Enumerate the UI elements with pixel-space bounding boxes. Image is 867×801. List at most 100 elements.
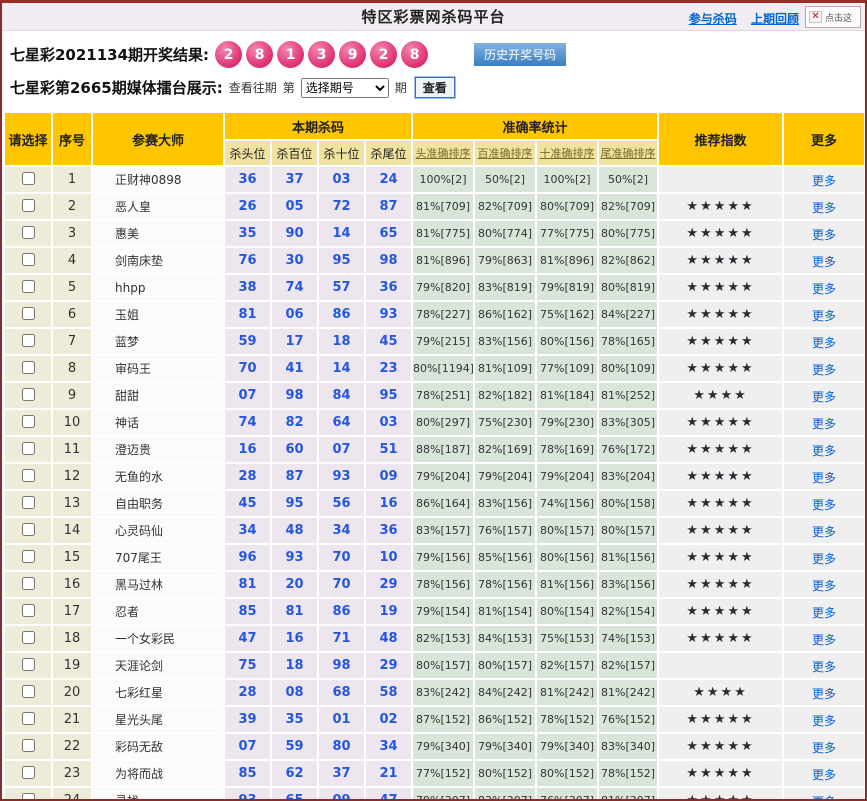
table-row: 10 神话 74 82 64 03 80%[297] 75%[230] 79%[… (5, 410, 865, 435)
table-row: 12 无鱼的水 28 87 93 09 79%[204] 79%[204] 79… (5, 464, 865, 489)
kill-tail-value: 51 (366, 437, 412, 462)
more-link[interactable]: 更多 (812, 363, 836, 377)
row-checkbox[interactable] (21, 712, 35, 725)
more-link[interactable]: 更多 (812, 579, 836, 593)
top-links: 参与杀码 上期回顾 (679, 10, 799, 27)
row-checkbox[interactable] (21, 577, 35, 590)
row-checkbox[interactable] (21, 415, 35, 428)
row-checkbox[interactable] (21, 172, 35, 185)
more-link[interactable]: 更多 (812, 714, 836, 728)
broken-image-placeholder[interactable]: ✕ 点击这 (805, 6, 861, 28)
more-link[interactable]: 更多 (812, 633, 836, 647)
previous-issue-link[interactable]: 上期回顾 (751, 12, 799, 26)
di-label: 第 (282, 81, 295, 95)
row-checkbox[interactable] (21, 739, 35, 752)
master-name: 黑马过林 (93, 572, 223, 597)
table-row: 22 彩码无敌 07 59 80 34 79%[340] 79%[340] 79… (5, 734, 865, 759)
head-accuracy: 79%[215] (413, 329, 474, 354)
more-link[interactable]: 更多 (812, 228, 836, 242)
row-checkbox[interactable] (21, 631, 35, 644)
master-name: 剑南床垫 (93, 248, 223, 273)
view-button[interactable]: 查看 (413, 76, 456, 99)
more-link[interactable]: 更多 (812, 741, 836, 755)
more-link[interactable]: 更多 (812, 687, 836, 701)
row-checkbox[interactable] (21, 685, 35, 698)
row-checkbox[interactable] (21, 496, 35, 509)
sort-hundred-accuracy-link[interactable]: 百准确排序 (478, 147, 533, 160)
kill-head-value: 45 (225, 491, 270, 516)
row-checkbox[interactable] (21, 334, 35, 347)
tail-accuracy: 74%[153] (599, 626, 658, 651)
row-checkbox[interactable] (21, 442, 35, 455)
more-link[interactable]: 更多 (812, 471, 836, 485)
lottery-ball: 3 (308, 41, 336, 68)
row-checkbox[interactable] (21, 766, 35, 779)
row-checkbox[interactable] (21, 469, 35, 482)
tail-accuracy: 76%[152] (599, 707, 658, 732)
row-checkbox[interactable] (21, 604, 35, 617)
row-checkbox[interactable] (21, 253, 35, 266)
table-body: 1 正财神0898 36 37 03 24 100%[2] 50%[2] 100… (5, 167, 865, 799)
row-checkbox[interactable] (21, 307, 35, 320)
more-link[interactable]: 更多 (812, 660, 836, 674)
kill-head-value: 16 (225, 437, 270, 462)
kill-head-value: 36 (225, 167, 270, 192)
kill-head-value: 07 (225, 734, 270, 759)
row-checkbox[interactable] (21, 199, 35, 212)
lottery-ball: 8 (401, 41, 429, 68)
row-index: 19 (53, 653, 91, 678)
row-checkbox[interactable] (21, 550, 35, 563)
more-link[interactable]: 更多 (812, 282, 836, 296)
tail-accuracy: 78%[152] (599, 761, 658, 786)
ten-accuracy: 80%[157] (537, 518, 598, 543)
ten-accuracy: 80%[156] (537, 545, 598, 570)
master-name: 707尾王 (93, 545, 223, 570)
row-checkbox[interactable] (21, 361, 35, 374)
more-link[interactable]: 更多 (812, 795, 836, 799)
kill-tail-value: 93 (366, 302, 412, 327)
more-link[interactable]: 更多 (812, 498, 836, 512)
sort-head-accuracy-link[interactable]: 头准确排序 (416, 147, 471, 160)
history-numbers-button[interactable]: 历史开奖号码 (474, 43, 567, 66)
kill-head-value: 28 (225, 680, 270, 705)
more-link[interactable]: 更多 (812, 768, 836, 782)
more-link[interactable]: 更多 (812, 417, 836, 431)
more-link[interactable]: 更多 (812, 552, 836, 566)
tail-accuracy: 83%[204] (599, 464, 658, 489)
sort-tail-accuracy-link[interactable]: 尾准确排序 (601, 147, 656, 160)
table-row: 13 自由职务 45 95 56 16 86%[164] 83%[156] 74… (5, 491, 865, 516)
hundred-accuracy: 86%[162] (475, 302, 536, 327)
row-checkbox[interactable] (21, 793, 35, 799)
tail-accuracy: 81%[252] (599, 383, 658, 408)
kill-head-value: 75 (225, 653, 270, 678)
tail-accuracy: 50%[2] (599, 167, 658, 192)
header-kill-group: 本期杀码 (225, 113, 412, 139)
star-rating: ★★★★★ (659, 518, 783, 543)
row-checkbox[interactable] (21, 226, 35, 239)
issue-select[interactable]: 选择期号 (300, 77, 389, 98)
more-link[interactable]: 更多 (812, 201, 836, 215)
more-link[interactable]: 更多 (812, 255, 836, 269)
title-bar: 特区彩票网杀码平台 参与杀码 上期回顾 ✕ 点击这 (2, 3, 865, 31)
row-index: 9 (53, 383, 91, 408)
more-link[interactable]: 更多 (812, 309, 836, 323)
kill-hundred-value: 81 (272, 599, 317, 624)
more-link[interactable]: 更多 (812, 174, 836, 188)
sort-ten-accuracy-link[interactable]: 十准确排序 (540, 147, 595, 160)
kill-tail-value: 47 (366, 788, 412, 799)
more-link[interactable]: 更多 (812, 336, 836, 350)
row-checkbox[interactable] (21, 523, 35, 536)
row-index: 14 (53, 518, 91, 543)
more-link[interactable]: 更多 (812, 606, 836, 620)
join-kill-link[interactable]: 参与杀码 (689, 12, 737, 26)
row-checkbox[interactable] (21, 388, 35, 401)
more-link[interactable]: 更多 (812, 525, 836, 539)
table-row: 11 澄迈贵 16 60 07 51 88%[187] 82%[169] 78%… (5, 437, 865, 462)
kill-head-value: 70 (225, 356, 270, 381)
row-checkbox[interactable] (21, 280, 35, 293)
star-rating: ★★★★★ (659, 437, 783, 462)
more-link[interactable]: 更多 (812, 390, 836, 404)
more-link[interactable]: 更多 (812, 444, 836, 458)
kill-tail-value: 87 (366, 194, 412, 219)
row-checkbox[interactable] (21, 658, 35, 671)
